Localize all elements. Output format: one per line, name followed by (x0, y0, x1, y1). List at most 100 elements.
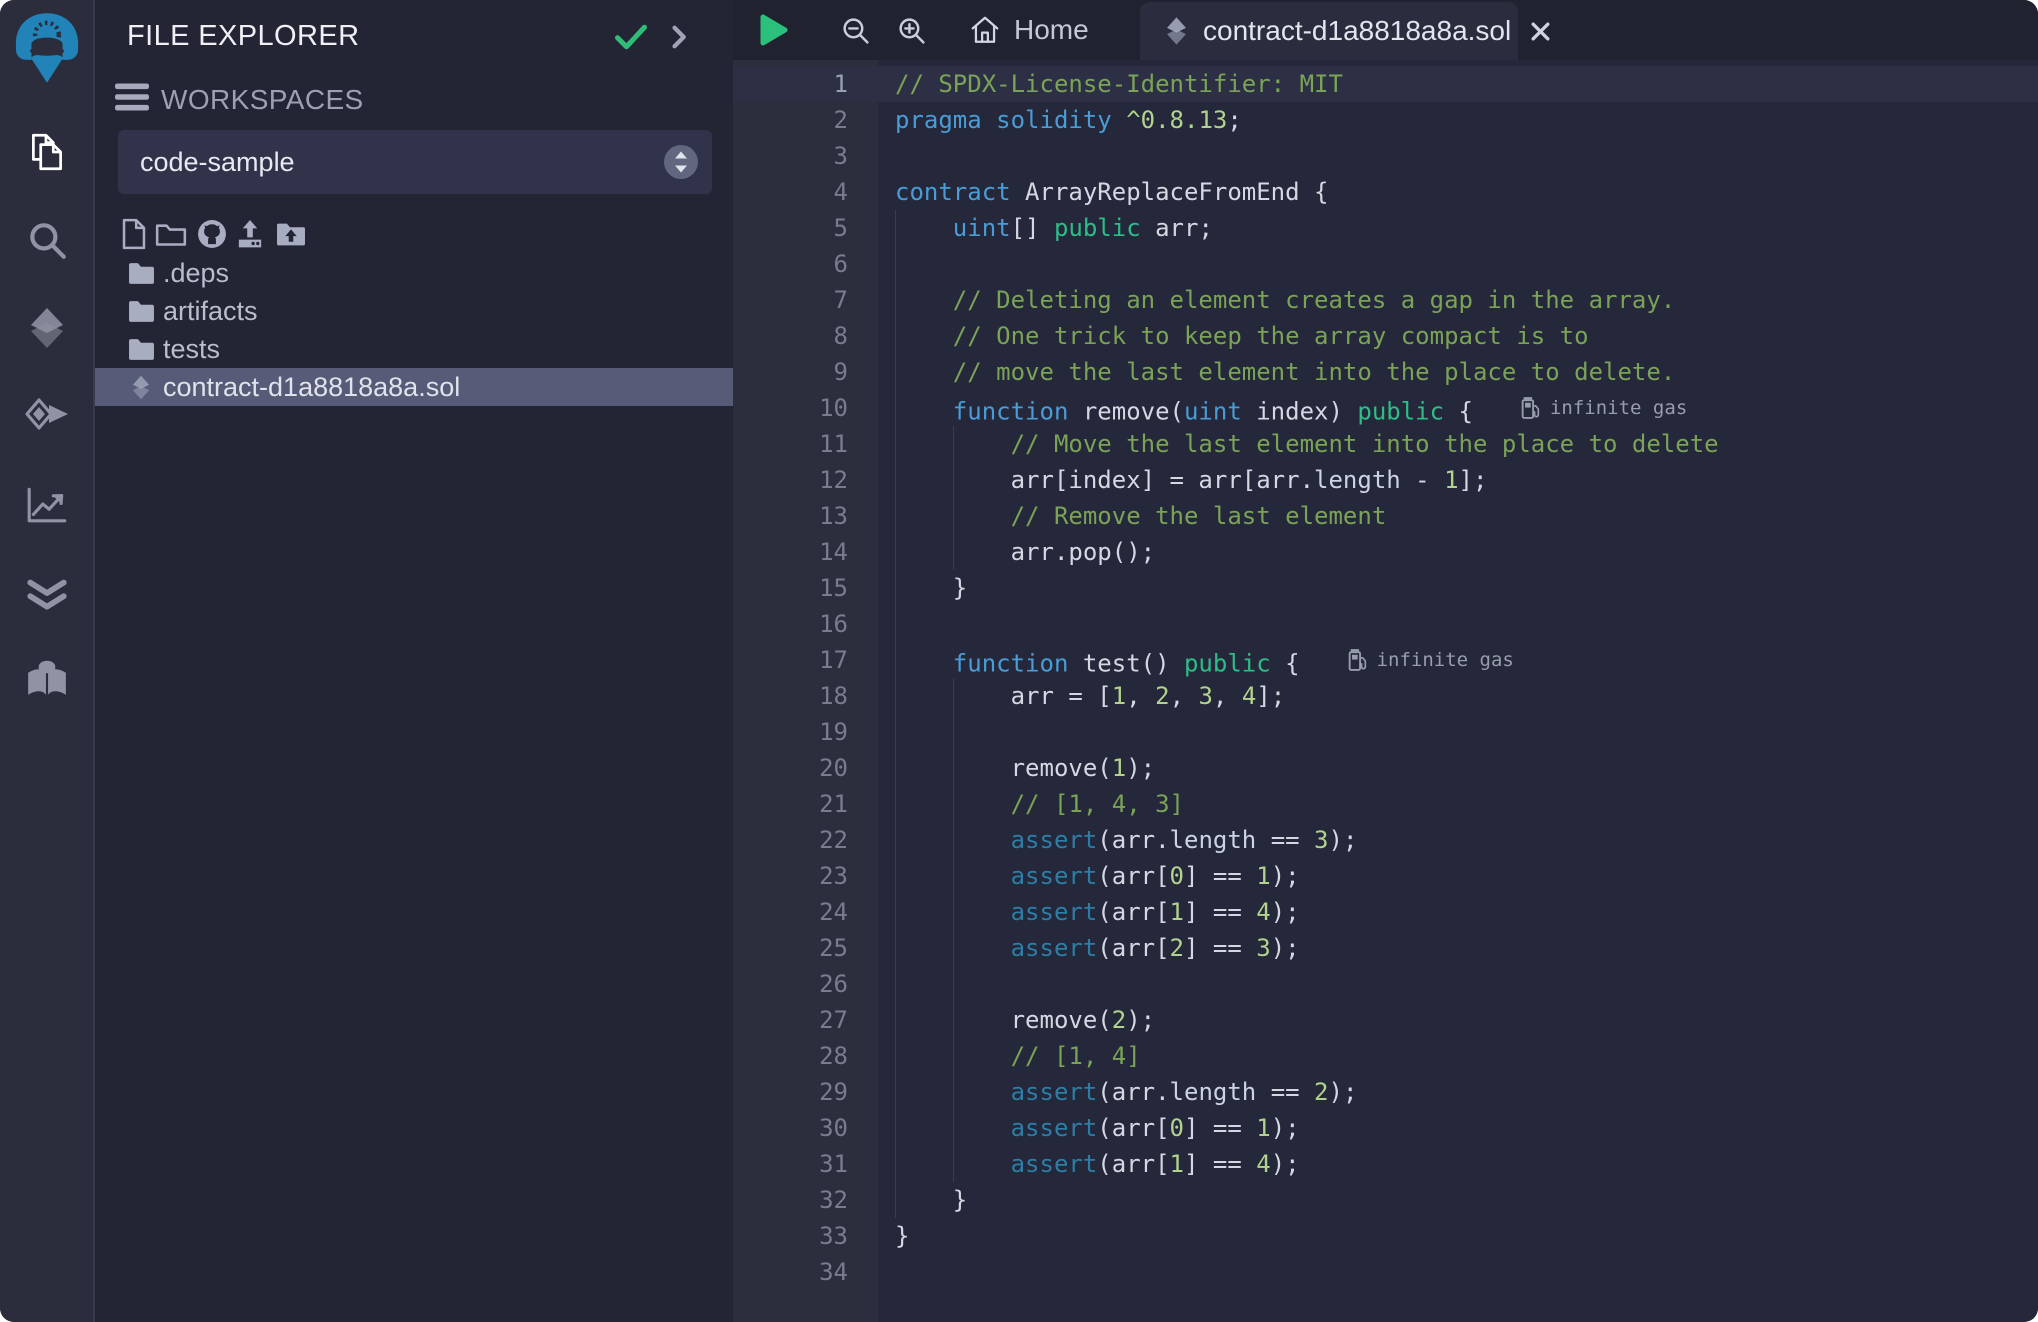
line-number: 16 (733, 606, 878, 642)
close-icon[interactable] (1529, 20, 1552, 43)
code-line-16[interactable] (878, 606, 2038, 642)
code-line-11[interactable]: // Move the last element into the place … (878, 426, 2038, 462)
new-file-icon[interactable] (122, 219, 147, 250)
zoom-out-icon[interactable] (840, 15, 871, 51)
tab-home[interactable]: Home (951, 0, 1107, 60)
remix-logo[interactable] (10, 8, 84, 88)
code-line-19[interactable] (878, 714, 2038, 750)
zoom-in-icon[interactable] (896, 15, 927, 51)
line-number: 32 (733, 1182, 878, 1218)
tree-folder-tests[interactable]: tests (95, 330, 733, 368)
line-number: 19 (733, 714, 878, 750)
code-line-5[interactable]: uint[] public arr; (878, 210, 2038, 246)
code-line-23[interactable]: assert(arr[0] == 1); (878, 858, 2038, 894)
sidebar-file-explorer-icon[interactable] (0, 124, 93, 180)
line-number: 15 (733, 570, 878, 606)
line-number: 33 (733, 1218, 878, 1254)
code-line-7[interactable]: // Deleting an element creates a gap in … (878, 282, 2038, 318)
indent-guide (895, 210, 896, 1218)
accept-check-icon[interactable] (613, 22, 649, 57)
code-line-6[interactable] (878, 246, 2038, 282)
code-line-27[interactable]: remove(2); (878, 1002, 2038, 1038)
run-icon[interactable] (759, 13, 789, 52)
tree-folder--deps[interactable]: .deps (95, 254, 733, 292)
code-line-26[interactable] (878, 966, 2038, 1002)
line-number: 20 (733, 750, 878, 786)
folder-icon (125, 262, 157, 285)
line-number-gutter: 1234567891011121314151617181920212223242… (733, 60, 878, 1322)
code-line-8[interactable]: // One trick to keep the array compact i… (878, 318, 2038, 354)
code-line-14[interactable]: arr.pop(); (878, 534, 2038, 570)
code-line-33[interactable]: } (878, 1218, 2038, 1254)
sidebar-deploy-run-icon[interactable] (0, 388, 93, 444)
tree-item-label: .deps (163, 258, 229, 289)
sidebar-unit-testing-icon[interactable] (0, 564, 93, 620)
line-number: 2 (733, 102, 878, 138)
select-spinner-icon[interactable] (663, 144, 699, 185)
folder-icon (125, 300, 157, 323)
file-tree: .deps artifacts tests contract-d1a8818a8a.s… (95, 254, 733, 406)
line-number: 24 (733, 894, 878, 930)
tree-item-label: tests (163, 334, 220, 365)
tree-file-contract-d1a8818a8a-sol[interactable]: contract-d1a8818a8a.sol (95, 368, 733, 406)
line-number: 26 (733, 966, 878, 1002)
code-line-1[interactable]: // SPDX-License-Identifier: MIT (878, 66, 2038, 102)
tree-item-label: contract-d1a8818a8a.sol (163, 372, 460, 403)
upload-folder-icon[interactable] (277, 222, 306, 247)
line-number: 14 (733, 534, 878, 570)
editor: Home contract-d1a8818a8a.sol 12345678910… (733, 0, 2038, 1322)
tree-item-label: artifacts (163, 296, 258, 327)
code-line-20[interactable]: remove(1); (878, 750, 2038, 786)
code-line-3[interactable] (878, 138, 2038, 174)
github-icon[interactable] (197, 219, 228, 250)
code-line-25[interactable]: assert(arr[2] == 3); (878, 930, 2038, 966)
solidity-file-icon (1166, 16, 1187, 46)
code-line-29[interactable]: assert(arr.length == 2); (878, 1074, 2038, 1110)
line-number: 25 (733, 930, 878, 966)
code-line-21[interactable]: // [1, 4, 3] (878, 786, 2038, 822)
hamburger-menu-icon[interactable] (115, 83, 149, 116)
code-line-31[interactable]: assert(arr[1] == 4); (878, 1146, 2038, 1182)
folder-icon (125, 338, 157, 361)
code-line-2[interactable]: pragma solidity ^0.8.13; (878, 102, 2038, 138)
upload-file-icon[interactable] (237, 220, 264, 249)
sidebar-search-icon[interactable] (0, 212, 93, 268)
gas-estimate-text: infinite gas (1550, 390, 1687, 426)
line-number: 7 (733, 282, 878, 318)
line-number: 28 (733, 1038, 878, 1074)
code-line-28[interactable]: // [1, 4] (878, 1038, 2038, 1074)
code-line-12[interactable]: arr[index] = arr[arr.length - 1]; (878, 462, 2038, 498)
workspace-select[interactable]: code-sample (118, 130, 712, 194)
sidebar-statistics-icon[interactable] (0, 476, 93, 532)
code-line-17[interactable]: function test() public {infinite gas (878, 642, 2038, 678)
tab-contract-label: contract-d1a8818a8a.sol (1203, 15, 1511, 47)
line-number: 3 (733, 138, 878, 174)
code-editor[interactable]: 1234567891011121314151617181920212223242… (733, 60, 2038, 1322)
sidebar-solidity-compiler-icon[interactable] (0, 300, 93, 356)
line-number: 29 (733, 1074, 878, 1110)
line-number: 34 (733, 1254, 878, 1290)
code-line-13[interactable]: // Remove the last element (878, 498, 2038, 534)
code-line-18[interactable]: arr = [1, 2, 3, 4]; (878, 678, 2038, 714)
code-line-22[interactable]: assert(arr.length == 3); (878, 822, 2038, 858)
code-line-15[interactable]: } (878, 570, 2038, 606)
code-line-24[interactable]: assert(arr[1] == 4); (878, 894, 2038, 930)
line-number: 5 (733, 210, 878, 246)
code-line-9[interactable]: // move the last element into the place … (878, 354, 2038, 390)
file-explorer-panel: FILE EXPLORER WORKSPACES code-sample .de… (95, 0, 733, 1322)
workspace-select-value: code-sample (140, 147, 295, 178)
code-line-30[interactable]: assert(arr[0] == 1); (878, 1110, 2038, 1146)
editor-tabbar: Home contract-d1a8818a8a.sol (733, 0, 2038, 60)
tab-contract-file[interactable]: contract-d1a8818a8a.sol (1140, 2, 1518, 60)
tree-folder-artifacts[interactable]: artifacts (95, 292, 733, 330)
sidebar-plugin-manager-icon[interactable] (0, 650, 93, 706)
code-area[interactable]: // SPDX-License-Identifier: MITpragma so… (878, 60, 2038, 1322)
code-line-4[interactable]: contract ArrayReplaceFromEnd { (878, 174, 2038, 210)
new-folder-icon[interactable] (156, 221, 187, 248)
indent-guide (953, 678, 954, 1182)
line-number: 21 (733, 786, 878, 822)
code-line-10[interactable]: function remove(uint index) public {infi… (878, 390, 2038, 426)
code-line-34[interactable] (878, 1254, 2038, 1290)
code-line-32[interactable]: } (878, 1182, 2038, 1218)
chevron-right-icon[interactable] (671, 24, 688, 55)
